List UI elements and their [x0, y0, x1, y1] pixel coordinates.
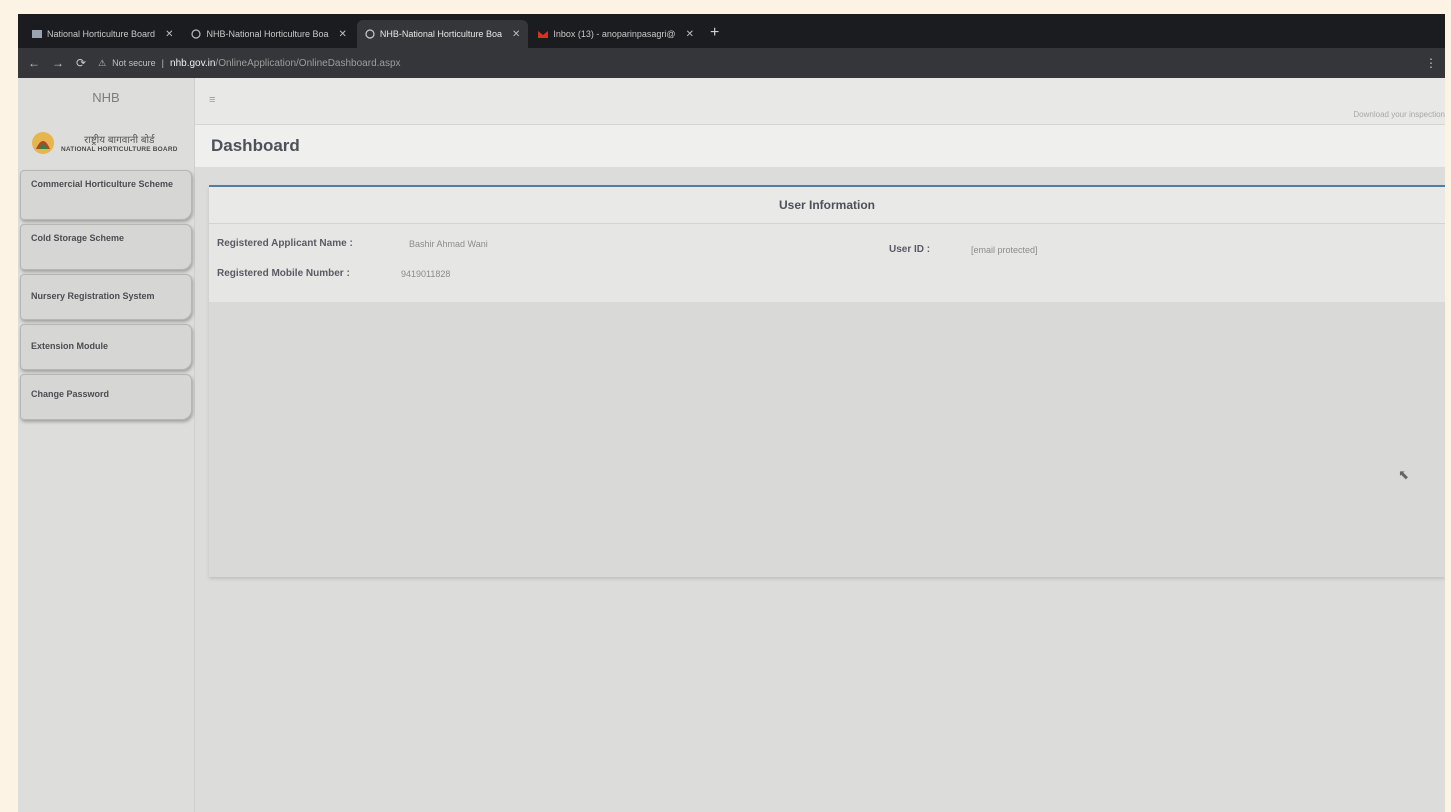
tab-title: Inbox (13) - anoparinpasagri@ [553, 29, 676, 39]
content-area: User Information Registered Applicant Na… [195, 167, 1445, 812]
gmail-icon [538, 29, 549, 39]
url-separator: | [161, 58, 165, 68]
sidebar-brand[interactable]: NHB [18, 78, 194, 116]
sidebar-item-label: Nursery Registration System [31, 291, 155, 301]
user-info-fields: Registered Applicant Name : Bashir Ahmad… [209, 224, 1445, 302]
applicant-name-value: Bashir Ahmad Wani [409, 239, 488, 249]
globe-icon [191, 29, 202, 39]
browser-tab-3-active[interactable]: NHB-National Horticulture Boa ✕ [356, 20, 529, 48]
sidebar-item-nursery-registration-system[interactable]: Nursery Registration System [20, 274, 192, 320]
title-bar: Dashboard [195, 125, 1445, 168]
browser-tab-4[interactable]: Inbox (13) - anoparinpasagri@ ✕ [530, 20, 702, 48]
logo-english-text: NATIONAL HORTICULTURE BOARD [61, 145, 178, 153]
browser-tab-2[interactable]: NHB-National Horticulture Boa ✕ [183, 20, 354, 48]
user-information-card: User Information Registered Applicant Na… [209, 185, 1445, 577]
applicant-name-label: Registered Applicant Name : [217, 238, 353, 249]
globe-icon [365, 29, 375, 39]
browser-tab-bar: National Horticulture Board ✕ NHB-Nation… [18, 14, 1445, 48]
sidebar-item-label: Cold Storage Scheme [31, 233, 125, 243]
new-tab-button[interactable]: + [710, 24, 719, 42]
mobile-number-value: 9419011828 [401, 269, 451, 279]
menu-toggle-icon[interactable]: ≡ [209, 94, 215, 106]
logo-hindi-text: राष्ट्रीय बागवानी बोर्ड [84, 134, 155, 146]
address-bar: ← → ⟳ ⚠ Not secure | nhb.gov.in/OnlineAp… [18, 48, 1445, 78]
tab-title: National Horticulture Board [47, 29, 156, 39]
web-page: NHB राष्ट्रीय बागवानी बोर्ड NATIONAL HOR… [18, 78, 1445, 812]
sidebar-item-label: Extension Module [31, 341, 109, 351]
not-secure-label[interactable]: Not secure [112, 58, 156, 68]
reload-icon[interactable]: ⟳ [76, 56, 86, 70]
back-arrow-icon[interactable]: ← [28, 56, 40, 70]
screen: National Horticulture Board ✕ NHB-Nation… [18, 14, 1445, 812]
user-id-label: User ID : [889, 244, 931, 255]
sidebar-item-change-password[interactable]: Change Password [20, 374, 192, 420]
tab-close-icon[interactable]: ✕ [165, 29, 173, 40]
browser-menu-icon[interactable]: ⋮ [1425, 56, 1437, 70]
site-favicon-icon [32, 29, 42, 39]
url-path: /OnlineApplication/OnlineDashboard.aspx [215, 57, 401, 69]
nhb-emblem-icon [32, 132, 54, 154]
sidebar: NHB राष्ट्रीय बागवानी बोर्ड NATIONAL HOR… [18, 78, 195, 812]
sidebar-item-cold-storage-scheme[interactable]: Cold Storage Scheme [20, 224, 192, 270]
user-information-heading: User Information [209, 187, 1445, 224]
url-field[interactable]: nhb.gov.in/OnlineApplication/OnlineDashb… [170, 58, 401, 69]
main-content: ≡ Download your inspection Dashboard Use… [195, 78, 1445, 812]
tab-close-icon[interactable]: ✕ [339, 29, 347, 40]
download-inspection-link[interactable]: Download your inspection [1353, 110, 1445, 119]
warning-icon[interactable]: ⚠ [98, 58, 106, 69]
sidebar-item-extension-module[interactable]: Extension Module [20, 324, 192, 370]
logo-text: राष्ट्रीय बागवानी बोर्ड NATIONAL HORTICU… [61, 132, 178, 153]
sidebar-item-label: Commercial Horticulture Scheme [31, 179, 174, 189]
mobile-number-label: Registered Mobile Number : [217, 268, 350, 279]
nhb-logo[interactable]: राष्ट्रीय बागवानी बोर्ड NATIONAL HORTICU… [18, 116, 194, 162]
page-title: Dashboard [211, 136, 300, 155]
sidebar-item-label: Change Password [31, 389, 110, 399]
tab-close-icon[interactable]: ✕ [686, 29, 694, 40]
forward-arrow-icon[interactable]: → [52, 56, 64, 70]
sidebar-item-commercial-horticulture-scheme[interactable]: Commercial Horticulture Scheme [20, 170, 192, 220]
url-host: nhb.gov.in [170, 57, 216, 69]
user-id-value: [email protected] [971, 245, 1038, 255]
tab-title: NHB-National Horticulture Boa [206, 29, 329, 39]
top-strip: ≡ Download your inspection [195, 78, 1445, 125]
tab-close-icon[interactable]: ✕ [512, 29, 520, 40]
browser-tab-1[interactable]: National Horticulture Board ✕ [24, 20, 181, 48]
tab-title: NHB-National Horticulture Boa [379, 29, 502, 39]
mouse-cursor-icon: ⬉ [1398, 467, 1409, 482]
